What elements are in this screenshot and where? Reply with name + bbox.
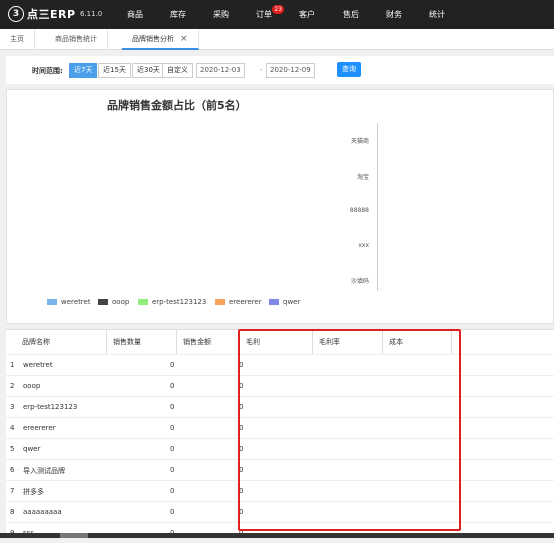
nav-inventory[interactable]: 库存: [170, 9, 186, 20]
column-header-amount[interactable]: 销售金额: [177, 330, 240, 354]
top-navbar: 3 点三ERP 6.11.0 商品 库存 采购 订单 23 客户 售后 财务 统计: [0, 0, 554, 29]
nav-finance[interactable]: 财务: [386, 9, 402, 20]
nav-purchase[interactable]: 采购: [213, 9, 229, 20]
legend-label: erp-test123123: [152, 298, 207, 306]
orders-badge: 23: [272, 5, 284, 14]
sales-quantity: 0: [170, 424, 175, 432]
tick-label-2: 淘宝: [356, 174, 369, 181]
sales-quantity: 0: [170, 445, 175, 453]
legend-label: ooop: [112, 298, 130, 306]
nav-statistics[interactable]: 统计: [429, 9, 445, 20]
sales-quantity: 0: [170, 361, 175, 369]
row-number: 4: [10, 424, 15, 432]
tick-label-4: xxx: [358, 242, 369, 249]
start-date-input[interactable]: 2020-12-03: [196, 63, 245, 78]
version-label: 6.11.0: [80, 10, 103, 18]
row-number: 3: [10, 403, 15, 411]
brand-name: ooop: [23, 382, 41, 390]
date-separator: -: [260, 66, 263, 74]
range-7-days-button[interactable]: 近7天: [69, 63, 98, 78]
legend-item-5[interactable]: qwer: [269, 298, 300, 306]
legend-label: weretret: [61, 298, 91, 306]
highlight-box: [238, 329, 461, 531]
tab-brand-analysis[interactable]: 品牌销售分析 ×: [122, 29, 199, 50]
scrollbar-thumb[interactable]: [60, 533, 88, 538]
brand-name: 拼多多: [23, 488, 44, 496]
range-15-days-button[interactable]: 近15天: [98, 63, 131, 78]
nav-goods[interactable]: 商品: [127, 9, 143, 20]
end-date-input[interactable]: 2020-12-09: [266, 63, 315, 78]
legend-swatch: [138, 299, 148, 305]
brand-name: 导入测试品牌: [23, 467, 65, 475]
legend-swatch: [47, 299, 57, 305]
tab-brand-analysis-label: 品牌销售分析: [132, 35, 174, 43]
tab-bar: 主页 商品销售统计 品牌销售分析 ×: [0, 29, 554, 50]
tab-home[interactable]: 主页: [0, 29, 35, 50]
row-number: 8: [10, 508, 15, 516]
legend-swatch: [98, 299, 108, 305]
chart-axis: [377, 123, 378, 291]
legend-item-1[interactable]: weretret: [47, 298, 91, 306]
nav-orders-label: 订单: [256, 10, 272, 19]
tick-label-3: 88888: [349, 207, 369, 214]
sales-quantity: 0: [170, 487, 175, 495]
tick-label-5: 沙填码: [350, 278, 369, 285]
row-number: 6: [10, 466, 15, 474]
time-range-label: 时间范围:: [32, 67, 63, 75]
sales-quantity: 0: [170, 382, 175, 390]
legend-item-4[interactable]: ereererer: [215, 298, 262, 306]
row-number: 7: [10, 487, 15, 495]
nav-customers[interactable]: 客户: [299, 9, 315, 20]
horizontal-scrollbar[interactable]: [0, 533, 554, 538]
row-number: 1: [10, 361, 15, 369]
legend-label: qwer: [283, 298, 301, 306]
filter-bar: 时间范围: 近7天 近15天 近30天 自定义 2020-12-03 - 202…: [6, 56, 554, 84]
logo[interactable]: 3 点三ERP: [8, 6, 76, 22]
tick-label-1: 天猫商: [350, 138, 369, 145]
chart-title: 品牌销售金额占比（前5名）: [107, 99, 247, 112]
tab-product-sales[interactable]: 商品销售统计: [45, 29, 108, 50]
legend-swatch: [215, 299, 225, 305]
brand-sales-chart: 品牌销售金额占比（前5名） 天猫商 淘宝 88888 xxx 沙填码 weret…: [6, 89, 554, 324]
brand-name: aaaaaaaaa: [23, 508, 62, 516]
brand-name: weretret: [23, 361, 53, 369]
column-header-quantity[interactable]: 销售数量: [107, 330, 177, 354]
sales-quantity: 0: [170, 466, 175, 474]
legend-item-2[interactable]: ooop: [98, 298, 129, 306]
custom-range-button[interactable]: 自定义: [162, 63, 193, 78]
logo-mark: 3: [8, 6, 24, 22]
legend-label: ereererer: [229, 298, 262, 306]
brand-name: erp-test123123: [23, 403, 78, 411]
range-30-days-button[interactable]: 近30天: [132, 63, 165, 78]
nav-aftersales[interactable]: 售后: [343, 9, 359, 20]
sales-quantity: 0: [170, 508, 175, 516]
brand-name: ereererer: [23, 424, 56, 432]
close-icon[interactable]: ×: [180, 34, 188, 44]
row-number: 2: [10, 382, 15, 390]
legend-swatch: [269, 299, 279, 305]
query-button[interactable]: 查询: [337, 62, 361, 77]
row-number: 5: [10, 445, 15, 453]
brand-name: qwer: [23, 445, 41, 453]
nav-orders[interactable]: 订单 23: [256, 5, 284, 20]
sales-quantity: 0: [170, 403, 175, 411]
logo-text: 点三ERP: [27, 8, 76, 21]
column-header-brand[interactable]: 品牌名称: [16, 330, 107, 354]
legend-item-3[interactable]: erp-test123123: [138, 298, 206, 306]
